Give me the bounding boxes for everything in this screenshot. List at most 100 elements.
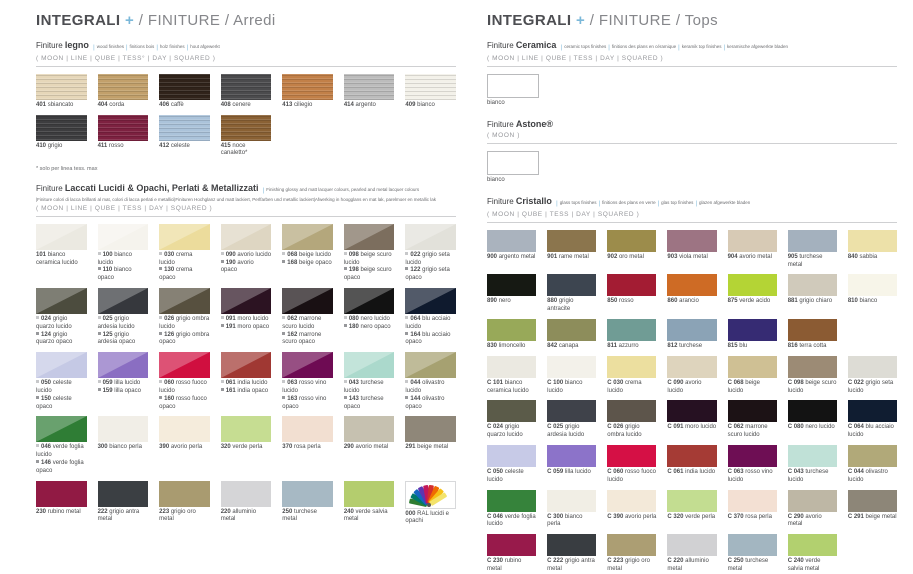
meta-text: keramik top finishes — [682, 44, 722, 49]
color-swatch — [667, 274, 716, 296]
swatch-code: 025 — [103, 316, 115, 322]
swatch-code: C 059 — [547, 469, 565, 475]
meta-text: holz finishes — [160, 44, 185, 49]
swatch-code: 830 — [487, 343, 499, 349]
swatch-label: 410 grigio — [36, 143, 87, 151]
opaco-marker-icon — [221, 324, 224, 327]
color-swatch — [98, 481, 149, 507]
swatch-code: 810 — [848, 298, 860, 304]
opaco-marker-icon — [159, 396, 162, 399]
swatch-label: C 025 grigio ardesia lucido — [547, 424, 596, 440]
swatch-label: 401 sbiancato — [36, 102, 87, 110]
color-swatch — [221, 481, 272, 507]
swatch-cell: 413 ciliegio — [282, 74, 333, 110]
swatch-label: C 240 verde salvia metal — [788, 558, 837, 574]
color-swatch — [159, 481, 210, 507]
swatch-cell: 062 marrone scuro lucido162 marrone scur… — [282, 288, 333, 347]
swatch-cell: C 050 celeste lucido — [487, 445, 536, 485]
page-title-rest: / FINITURE / Tops — [590, 12, 718, 29]
swatch-name: caffè — [171, 102, 184, 108]
swatch-code: 903 — [667, 254, 679, 260]
meta-text: Finituren Hochglanz und matt lackiert, P… — [175, 197, 313, 202]
swatch-label: 320 verde perla — [221, 444, 272, 452]
swatch-label: C 098 beige scuro lucido — [788, 380, 837, 396]
opaco-marker-icon — [159, 332, 162, 335]
color-swatch — [728, 400, 777, 422]
swatch-code: 125 — [103, 332, 115, 338]
color-swatch — [728, 534, 777, 556]
swatch-label: 030 crema lucido130 crema opaco — [159, 252, 210, 283]
swatch-cell: 223 grigio oro metal — [159, 481, 210, 527]
lucido-marker-icon — [221, 380, 224, 383]
swatch-code: C 320 — [667, 514, 685, 520]
opaco-marker-icon — [282, 332, 285, 335]
swatch-cell: 059 lilla lucido159 lilla opaco — [98, 352, 149, 411]
swatch-cell: C 063 rosso vino lucido — [728, 445, 777, 485]
meta-text: finitions des plans en céramique — [612, 44, 676, 49]
swatch-name: rosso — [619, 298, 634, 304]
swatch-code: 230 — [36, 509, 48, 515]
swatch-code: 222 — [98, 509, 110, 515]
swatch-cell: C 024 grigio quarzo lucido — [487, 400, 536, 440]
swatch-code: C 050 — [487, 469, 505, 475]
swatch-cell: C 230 rubino metal — [487, 534, 536, 574]
swatch-code: 223 — [159, 509, 171, 515]
swatch-code: C 300 — [547, 514, 565, 520]
swatch-label: C 044 olivastro lucido — [848, 469, 897, 485]
swatch-code: 415 — [221, 143, 233, 149]
section-header: Finiture Cristallo |glass tops finishes|… — [487, 196, 897, 209]
section-name: Cristallo — [516, 196, 552, 206]
swatch-label: C 024 grigio quarzo lucido — [487, 424, 536, 440]
swatch-cell: C 030 crema lucido — [607, 356, 656, 396]
swatch-cell: 024 grigio quarzo lucido124 grigio quarz… — [36, 288, 87, 347]
separator-bar: | — [723, 45, 725, 51]
color-swatch — [487, 319, 536, 341]
swatch-name: argento metal — [499, 254, 536, 260]
swatch-cell: 240 verde salvia metal — [344, 481, 395, 527]
swatch-cell: C 240 verde salvia metal — [788, 534, 837, 574]
swatch-code: 901 — [547, 254, 559, 260]
swatch-label: 059 lilla lucido159 lilla opaco — [98, 380, 149, 396]
swatch-cell: 064 blu acciaio lucido164 blu acciaio op… — [405, 288, 456, 347]
swatch-label: 905 turchese metal — [788, 254, 837, 270]
swatch-cell: 250 turchese metal — [282, 481, 333, 527]
swatch-cell: 905 turchese metal — [788, 230, 837, 270]
swatch-label: 902 oro metal — [607, 254, 656, 262]
swatch-label: 061 india lucido161 india opaco — [221, 380, 272, 396]
swatch-label: 811 azzurro — [607, 343, 656, 351]
section-header: Finiture Astone® — [487, 119, 897, 131]
opaco-marker-icon — [282, 396, 285, 399]
opaco-marker-icon — [159, 267, 162, 270]
swatch-cell: C 091 moro lucido — [667, 400, 716, 440]
separator-bar: | — [658, 201, 660, 207]
swatch-code: 068 — [287, 252, 299, 258]
meta-text: Finiture colori di lacca brillanti al ma… — [37, 197, 174, 202]
swatch-label: 291 beige metal — [405, 444, 456, 452]
swatch-code: C 370 — [728, 514, 746, 520]
swatch-label: 060 rosso fuoco lucido160 rosso fuoco op… — [159, 380, 210, 411]
swatch-code: 168 — [287, 260, 299, 266]
swatch-cell: 100 bianco lucido110 bianco opaco — [98, 224, 149, 283]
swatch-code: 050 — [41, 380, 53, 386]
swatch-name: azzurro — [619, 343, 639, 349]
swatch-name: arancio — [679, 298, 699, 304]
swatch-label: C 026 grigio ombra lucido — [607, 424, 656, 440]
swatch-label: C 300 bianco perla — [547, 514, 596, 530]
separator-bar: | — [561, 45, 563, 51]
swatch-cell: 230 rubino metal — [36, 481, 87, 527]
opaco-marker-icon — [98, 267, 101, 270]
swatch-name: bianco — [417, 102, 435, 108]
swatch-cell: 875 verde acido — [728, 274, 777, 314]
swatch-label: 068 beige lucido168 beige opaco — [282, 252, 333, 268]
swatch-code: 411 — [98, 143, 109, 149]
color-swatch — [607, 534, 656, 556]
swatch-label: 816 terra cotta — [788, 343, 837, 351]
swatch-label: 815 blu — [728, 343, 777, 351]
swatch-code: 410 — [36, 143, 48, 149]
swatch-cell: C 044 olivastro lucido — [848, 445, 897, 485]
swatch-code: 412 — [159, 143, 171, 149]
swatch-label: C 068 beige lucido — [728, 380, 777, 396]
section-meta: |wood finishes|finitions bois|holz finis… — [91, 44, 220, 49]
swatch-cell: 408 cenere — [221, 74, 272, 110]
swatch-label: C 050 celeste lucido — [487, 469, 536, 485]
